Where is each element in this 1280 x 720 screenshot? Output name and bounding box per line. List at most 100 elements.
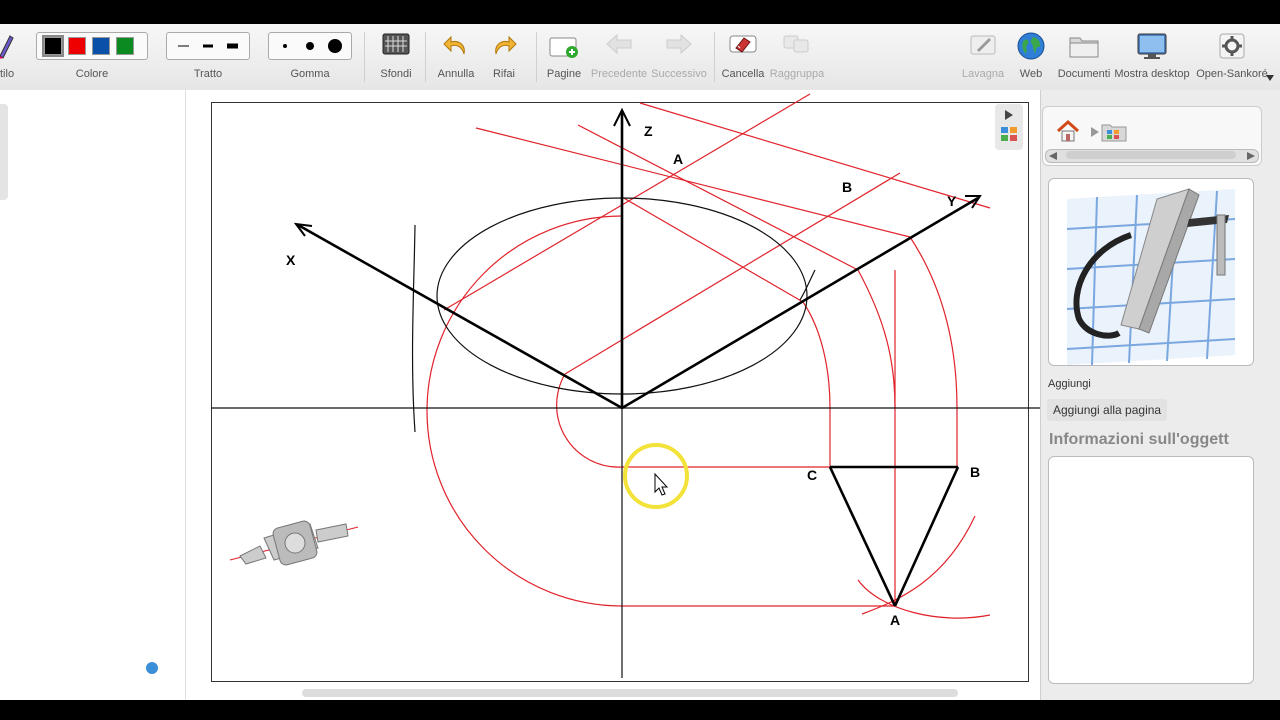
breadcrumb-scrollbar[interactable]	[1045, 149, 1259, 163]
rifai-button[interactable]: Rifai	[480, 24, 528, 90]
annulla-label: Annulla	[437, 68, 475, 80]
raggruppa-button[interactable]: Raggruppa	[768, 24, 826, 90]
watermark-line2a: SCREENCAST	[16, 658, 134, 677]
folder-icon	[1069, 37, 1099, 58]
tool-colore: Colore	[36, 24, 148, 90]
cancella-label: Cancella	[721, 68, 765, 80]
documenti-button[interactable]: Documenti	[1056, 24, 1112, 90]
mouse-cursor-icon	[654, 472, 669, 496]
documenti-label: Documenti	[1057, 68, 1111, 80]
triangle-abc	[828, 465, 960, 607]
breadcrumb-chevron-icon	[1091, 127, 1099, 137]
monitor-icon	[1137, 33, 1167, 59]
right-panel-toggle[interactable]	[995, 104, 1023, 150]
toolbar-separator	[714, 32, 715, 82]
undo-icon	[443, 35, 465, 55]
arrow-right-icon	[666, 33, 692, 55]
scroll-right-icon[interactable]	[1247, 152, 1255, 160]
web-button[interactable]: Web	[1010, 24, 1052, 90]
open-sankore-label: Open-Sankoré	[1196, 68, 1268, 80]
add-to-page-button[interactable]: Aggiungi alla pagina	[1047, 399, 1168, 421]
watermark-line1: RECORDED WITH	[16, 640, 109, 651]
label-z: Z	[644, 123, 653, 139]
pagine-button[interactable]: Pagine	[540, 24, 588, 90]
scroll-left-icon[interactable]	[1049, 152, 1057, 160]
eraser-small-option[interactable]	[276, 37, 295, 55]
redo-icon	[495, 35, 517, 55]
stroke-width-group	[166, 32, 250, 60]
tool-stile[interactable]: tilo	[0, 24, 16, 90]
color-red-swatch[interactable]	[68, 37, 86, 55]
raggruppa-label: Raggruppa	[769, 68, 825, 80]
eraser-medium-option[interactable]	[301, 37, 320, 55]
sfondi-button[interactable]: Sfondi	[372, 24, 420, 90]
color-blue-swatch[interactable]	[92, 37, 110, 55]
successivo-button[interactable]: Successivo	[650, 24, 708, 90]
label-b-top: B	[842, 179, 852, 195]
stroke-thin-option[interactable]	[174, 37, 193, 55]
geometry-drawing[interactable]: Z X Y A B C B A	[0, 90, 1040, 700]
color-black-swatch[interactable]	[42, 35, 64, 57]
watermark-line2b: MATIC	[171, 658, 224, 677]
chevron-down-icon	[1266, 75, 1274, 81]
group-objects-icon	[783, 35, 809, 53]
stroke-thick-option[interactable]	[223, 37, 242, 55]
tool-stile-label: tilo	[0, 68, 15, 80]
tool-colore-label: Colore	[75, 68, 109, 80]
drawing-pen-icon[interactable]	[229, 520, 359, 567]
library-breadcrumb	[1042, 106, 1262, 166]
toolbar-separator	[536, 32, 537, 82]
tool-gomma: Gomma	[268, 24, 352, 90]
object-info-title: Informazioni sull'oggett	[1049, 431, 1229, 448]
open-sankore-menu[interactable]: Open-Sankoré	[1192, 24, 1274, 90]
rifai-label: Rifai	[492, 68, 515, 80]
axes-xyz	[293, 107, 982, 410]
cancella-button[interactable]: Cancella	[720, 24, 766, 90]
widgets-icon	[1001, 127, 1017, 141]
successivo-label: Successivo	[651, 68, 707, 80]
label-c: C	[807, 467, 817, 483]
play-right-icon	[1005, 110, 1013, 120]
precedente-label: Precedente	[590, 68, 648, 80]
eraser-size-group	[268, 32, 352, 60]
pagine-label: Pagine	[546, 68, 582, 80]
mostra-desktop-label: Mostra desktop	[1114, 68, 1190, 80]
lavagna-label: Lavagna	[961, 68, 1005, 80]
stroke-medium-option[interactable]	[199, 37, 218, 55]
board-pen-icon	[970, 35, 996, 55]
tool-preview-thumbnail[interactable]	[1048, 178, 1254, 366]
label-x: X	[286, 252, 296, 268]
label-a-top: A	[673, 151, 683, 167]
top-black-bar	[0, 0, 1280, 24]
add-page-icon	[549, 37, 578, 58]
globe-icon	[1017, 32, 1045, 60]
precedente-button[interactable]: Precedente	[588, 24, 650, 90]
screencast-logo-icon	[137, 653, 167, 683]
eraser-large-option[interactable]	[325, 37, 344, 55]
web-label: Web	[1019, 68, 1043, 80]
eraser-icon	[729, 35, 757, 53]
aggiungi-label: Aggiungi	[1048, 378, 1091, 390]
tool-gomma-label: Gomma	[290, 68, 330, 80]
color-picker-group	[36, 32, 148, 60]
mostra-desktop-button[interactable]: Mostra desktop	[1114, 24, 1190, 90]
annulla-button[interactable]: Annulla	[432, 24, 480, 90]
bottom-black-bar	[0, 700, 1280, 720]
library-folder-icon[interactable]	[1101, 121, 1127, 143]
sfondi-label: Sfondi	[380, 68, 412, 80]
label-y: Y	[947, 193, 957, 209]
screencast-watermark: RECORDED WITH SCREENCAST MATIC	[16, 640, 224, 683]
lavagna-button[interactable]: Lavagna	[958, 24, 1008, 90]
color-green-swatch[interactable]	[116, 37, 134, 55]
toolbar-separator	[425, 32, 426, 82]
tool-tratto-label: Tratto	[193, 68, 223, 80]
label-a-bottom: A	[890, 612, 900, 628]
label-b-right: B	[970, 464, 980, 480]
pen-icon	[0, 35, 14, 59]
toolbar-separator	[364, 32, 365, 82]
object-info-box	[1048, 456, 1254, 684]
arrow-left-icon	[606, 33, 632, 55]
home-icon[interactable]	[1055, 119, 1081, 143]
ruler-tool-icon	[1066, 188, 1236, 365]
tool-tratto: Tratto	[166, 24, 250, 90]
